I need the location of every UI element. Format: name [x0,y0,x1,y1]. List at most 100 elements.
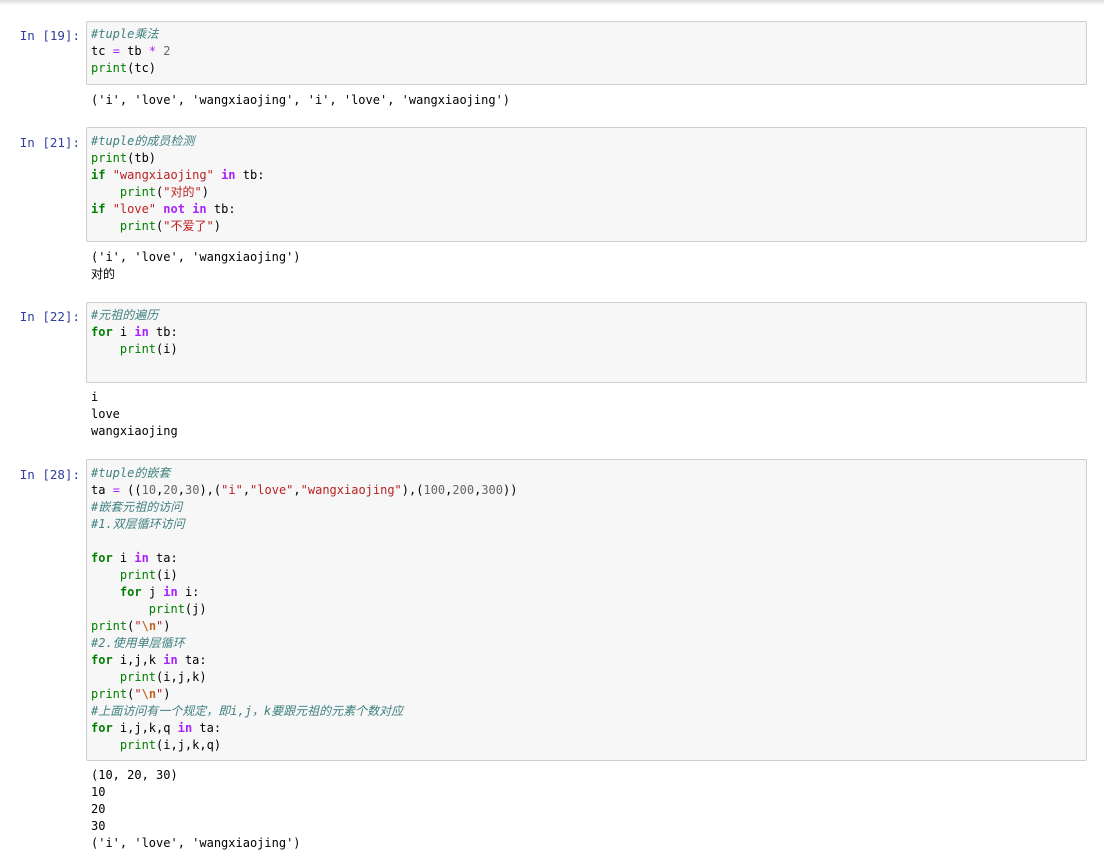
output-line: i [91,390,99,404]
code-token: (tc) [127,61,157,75]
code-token: if [91,202,106,216]
code-token: " [134,619,142,633]
code-input-area[interactable] [86,21,1087,85]
code-token: print [119,738,157,752]
code-line: #嵌套元祖的访问 [91,499,517,516]
output-line: 10 [91,785,106,799]
code-input-area[interactable] [86,302,1087,383]
code-token: ) [163,687,171,701]
code-line: if "wangxiaojing" in tb: [91,167,264,184]
code-token: \n [141,687,157,701]
input-prompt: In [22]: [19,309,80,324]
code-token: 200 [452,483,475,497]
code-token: * [148,44,157,58]
code-token: if [91,168,106,182]
cell-output: (10, 20, 30) 10 20 30 ('i', 'love', 'wangxia… [91,767,301,852]
code-token: tb: [235,168,265,182]
code-token: 20 [163,483,178,497]
code-token: "对的" [163,185,202,199]
code-token: i [112,551,135,565]
cell-output: ('i', 'love', 'wangxiaojing', 'i', 'love… [91,92,510,109]
cell-output: i love wangxiaojing [91,389,178,440]
code-line: for i,j,k,q in ta: [91,720,517,737]
code-token: j [141,585,164,599]
code-token: print [119,568,157,582]
code-line: #元祖的遍历 [91,307,178,324]
code-token: for [91,721,113,735]
code-token: ta: [192,721,222,735]
code-line: print(tb) [91,150,264,167]
code-line: for j in i: [91,584,517,601]
code-token: print [91,61,128,75]
code-comment: #1.双层循环访问 [91,517,185,531]
code-line: print(i,j,k) [91,669,517,686]
code-line: #2.使用单层循环 [91,635,517,652]
code-token: i,j,k,q [112,721,178,735]
code-line: print("不爱了") [91,218,264,235]
code-line: print("对的") [91,184,264,201]
code-token: 10 [141,483,157,497]
code-token: (i,j,k) [156,670,207,684]
code-editor[interactable]: #tuple的成员检测 print(tb) if "wangxiaojing" in… [91,133,264,235]
code-token: ta [91,483,113,497]
code-token: "wangxiaojing" [112,168,214,182]
output-line: (10, 20, 30) [91,768,178,782]
code-line: #tuple乘法 [91,26,171,43]
code-token: ),( [401,483,424,497]
code-token: , [177,483,185,497]
code-token: "不爱了" [163,219,214,233]
code-token: for [91,325,113,339]
code-editor[interactable]: #tuple的嵌套 ta = ((10,20,30),("i","love","w… [91,465,517,754]
code-comment: #嵌套元祖的访问 [91,500,183,514]
code-token: not [163,202,185,216]
code-token: print [119,185,157,199]
code-line: print("\n") [91,618,517,635]
code-token: , [293,483,301,497]
code-token: 100 [423,483,446,497]
code-comment: #tuple乘法 [91,27,159,41]
code-token: ) [201,185,209,199]
toolbar-shadow [0,0,1104,5]
code-line: #tuple的成员检测 [91,133,264,150]
output-line: 对的 [91,267,116,281]
code-token: 2 [163,44,171,58]
code-token: "love" [112,202,157,216]
code-token: tc [91,44,113,58]
code-comment: #上面访问有一个规定，即i,j，k要跟元祖的元素个数对应 [91,704,404,718]
code-editor[interactable]: #元祖的遍历 for i in tb: print(i) [91,307,178,375]
code-token: for [91,551,113,565]
code-editor[interactable]: #tuple乘法 tc = tb * 2 print(tc) [91,26,171,77]
code-token: print [91,151,128,165]
code-line: for i in tb: [91,324,178,341]
code-line: print(tc) [91,60,171,77]
code-token: (( [119,483,142,497]
code-token: ) [163,619,171,633]
code-line: #上面访问有一个规定，即i,j，k要跟元祖的元素个数对应 [91,703,517,720]
input-prompt: In [21]: [19,135,80,150]
output-line: love [91,407,120,421]
code-token: (i,j,k,q) [156,738,222,752]
code-token: print [91,619,128,633]
output-line: wangxiaojing [91,424,178,438]
code-token: i: [177,585,200,599]
code-token: " [134,687,142,701]
code-token: in [163,653,178,667]
code-token: for [119,585,142,599]
code-comment: #元祖的遍历 [91,308,159,322]
code-token: (tb) [127,151,157,165]
code-token: tb [119,44,149,58]
code-token: ta: [177,653,207,667]
code-token: ),( [199,483,222,497]
code-token: i,j,k [112,653,164,667]
code-token: print [119,342,157,356]
output-line: ('i', 'love', 'wangxiaojing', 'i', 'love… [91,93,511,107]
code-token: ta: [148,551,178,565]
